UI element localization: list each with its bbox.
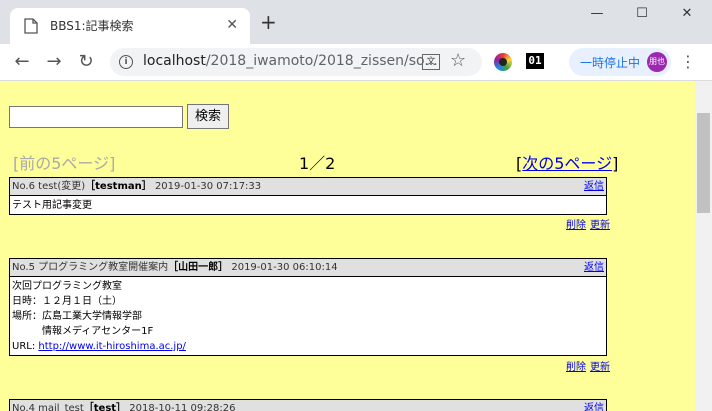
prev-5-pages: [前の5ページ] bbox=[13, 154, 116, 173]
page-indicator: 1／2 bbox=[299, 154, 336, 173]
sync-paused-button[interactable]: 一時停止中 朋也 bbox=[569, 48, 671, 76]
tab-title: BBS1:記事検索 bbox=[50, 19, 134, 33]
reply-link[interactable]: 返信 bbox=[584, 178, 604, 195]
extension-badge[interactable]: 01 bbox=[526, 53, 544, 69]
post-5: No.5 プログラミング教室開催案内［山田一郎］ 2019-01-30 06:1… bbox=[9, 258, 607, 356]
address-bar[interactable]: i localhost/2018_iwamoto/2018_zissen/so.… bbox=[110, 48, 482, 76]
back-icon[interactable]: ← bbox=[10, 50, 34, 74]
minimize-icon[interactable]: — bbox=[582, 6, 612, 26]
search-button[interactable]: 検索 bbox=[187, 104, 229, 129]
sync-paused-label: 一時停止中 bbox=[580, 56, 641, 70]
update-link[interactable]: 更新 bbox=[590, 220, 610, 231]
avatar: 朋也 bbox=[647, 52, 667, 72]
post-header: No.4 mail_test［test］ 2018-10-11 09:28:26… bbox=[10, 400, 606, 411]
post-body: 次回プログラミング教室 日時：１２月１日（土） 場所：広島工業大学情報学部 情報… bbox=[12, 281, 186, 352]
post-6-actions: 削除 更新 bbox=[562, 216, 610, 231]
forward-icon[interactable]: → bbox=[42, 50, 66, 74]
url-text[interactable]: localhost/2018_iwamoto/2018_zissen/so... bbox=[143, 53, 438, 69]
more-menu-icon[interactable]: ⋮ bbox=[680, 52, 696, 71]
post-4: No.4 mail_test［test］ 2018-10-11 09:28:26… bbox=[9, 399, 607, 411]
title-bar: BBS1:記事検索 ✕ + — ☐ ✕ bbox=[0, 0, 712, 44]
delete-link[interactable]: 削除 bbox=[566, 362, 586, 373]
scroll-thumb[interactable] bbox=[697, 113, 710, 213]
bookmark-star-icon[interactable]: ☆ bbox=[450, 50, 466, 71]
close-window-icon[interactable]: ✕ bbox=[672, 6, 702, 26]
info-icon[interactable]: i bbox=[119, 55, 133, 69]
delete-link[interactable]: 削除 bbox=[566, 220, 586, 231]
post-url-link[interactable]: http://www.it-hiroshima.ac.jp/ bbox=[38, 341, 186, 352]
post-6: No.6 test(変更)［testman］ 2019-01-30 07:17:… bbox=[9, 177, 607, 215]
translate-icon[interactable]: 文 bbox=[422, 54, 440, 70]
vertical-scrollbar[interactable] bbox=[695, 81, 712, 411]
reply-link[interactable]: 返信 bbox=[584, 400, 604, 411]
next-5-pages-link[interactable]: 次の5ページ bbox=[522, 154, 612, 173]
post-body: テスト用記事変更 bbox=[12, 200, 92, 211]
browser-toolbar: ← → ↻ i localhost/2018_iwamoto/2018_ziss… bbox=[0, 44, 712, 81]
new-tab-icon[interactable]: + bbox=[260, 12, 277, 32]
post-header: No.5 プログラミング教室開催案内［山田一郎］ 2019-01-30 06:1… bbox=[10, 259, 606, 277]
reply-link[interactable]: 返信 bbox=[584, 259, 604, 276]
page-content: 検索 [前の5ページ] 1／2 [次の5ページ] No.6 test(変更)［t… bbox=[0, 81, 695, 411]
browser-tab[interactable]: BBS1:記事検索 ✕ bbox=[10, 8, 250, 44]
maximize-icon[interactable]: ☐ bbox=[627, 6, 657, 26]
color-extension-icon[interactable] bbox=[494, 53, 512, 71]
close-tab-icon[interactable]: ✕ bbox=[226, 17, 238, 33]
next-5-pages: [次の5ページ] bbox=[516, 154, 619, 173]
document-icon bbox=[24, 18, 38, 34]
post-5-actions: 削除 更新 bbox=[562, 358, 610, 373]
update-link[interactable]: 更新 bbox=[590, 362, 610, 373]
search-input[interactable] bbox=[9, 106, 183, 128]
reload-icon[interactable]: ↻ bbox=[74, 50, 98, 74]
post-header: No.6 test(変更)［testman］ 2019-01-30 07:17:… bbox=[10, 178, 606, 196]
